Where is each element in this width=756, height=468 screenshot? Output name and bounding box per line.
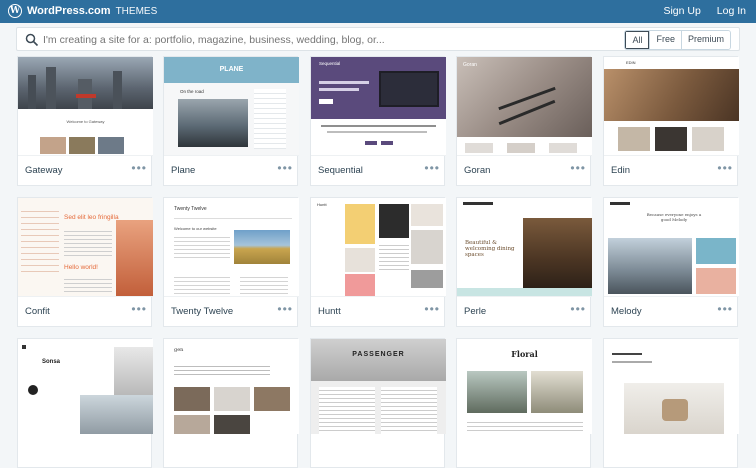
theme-thumbnail[interactable]: Huntt (311, 198, 446, 296)
wordpress-logo-icon: W (8, 4, 22, 18)
theme-thumb-text: EDIN (626, 60, 636, 65)
theme-thumbnail[interactable]: Goran (457, 57, 592, 155)
search-input[interactable] (43, 32, 603, 47)
card-footer: Sequential ••• (311, 155, 446, 187)
theme-name[interactable]: Plane (171, 165, 195, 176)
theme-thumb-subtext: On the road (180, 89, 204, 94)
filter-all[interactable]: All (625, 31, 650, 49)
more-options-icon[interactable]: ••• (277, 161, 293, 175)
theme-card-melody[interactable]: Because everyone enjoys a good Melody Me… (603, 197, 739, 328)
theme-card-edin[interactable]: EDIN Edin ••• (603, 56, 739, 187)
theme-thumbnail[interactable]: Sequential (311, 57, 446, 155)
more-options-icon[interactable]: ••• (131, 302, 147, 316)
theme-card-floral[interactable]: Floral (456, 338, 592, 468)
card-footer: Twenty Twelve ••• (164, 296, 299, 328)
card-footer: Huntt ••• (311, 296, 446, 328)
theme-thumb-text: Huntt (317, 202, 327, 207)
theme-thumbnail[interactable]: EDIN (604, 57, 739, 155)
brand-suffix: THEMES (115, 5, 158, 17)
theme-thumb-text: Beautiful & welcoming dining spaces (465, 240, 515, 258)
more-options-icon[interactable]: ••• (717, 302, 733, 316)
theme-thumb-text: Twenty Twelve (174, 206, 207, 212)
brand[interactable]: W WordPress.com THEMES (8, 4, 157, 18)
more-options-icon[interactable]: ••• (570, 302, 586, 316)
theme-card-perle[interactable]: Beautiful & welcoming dining spaces Perl… (456, 197, 592, 328)
theme-card-sequential[interactable]: Sequential Sequential ••• (310, 56, 446, 187)
theme-thumbnail[interactable] (604, 339, 739, 434)
top-nav: Sign Up Log In (663, 5, 746, 17)
theme-thumbnail[interactable]: Welcome to Gateway (18, 57, 153, 155)
more-options-icon[interactable]: ••• (570, 161, 586, 175)
price-filter: All Free Premium (624, 30, 731, 50)
theme-thumbnail[interactable]: PASSENGER (311, 339, 446, 434)
search-bar: All Free Premium (16, 27, 740, 51)
theme-card-gen[interactable]: gen (163, 338, 299, 468)
theme-name[interactable]: Melody (611, 306, 642, 317)
theme-name[interactable]: Sequential (318, 165, 363, 176)
theme-name[interactable]: Twenty Twelve (171, 306, 233, 317)
theme-card-plane[interactable]: PLANE On the road Plane ••• (163, 56, 299, 187)
theme-name[interactable]: Gateway (25, 165, 63, 176)
card-footer: Gateway ••• (18, 155, 153, 187)
theme-thumb-text: PASSENGER (352, 351, 405, 358)
theme-thumb-text: Goran (463, 62, 477, 68)
theme-thumbnail[interactable]: Sed elit leo fringilla Hello world! (18, 198, 153, 296)
theme-thumbnail[interactable]: Because everyone enjoys a good Melody (604, 198, 739, 296)
theme-card-goran[interactable]: Goran Goran ••• (456, 56, 592, 187)
signup-link[interactable]: Sign Up (663, 5, 700, 17)
theme-thumbnail[interactable]: gen (164, 339, 299, 434)
card-footer: Plane ••• (164, 155, 299, 187)
theme-card-gateway[interactable]: Welcome to Gateway Gateway ••• (17, 56, 153, 187)
card-footer: Edin ••• (604, 155, 739, 187)
theme-thumb-text: Welcome to Gateway (66, 119, 105, 124)
top-bar: W WordPress.com THEMES Sign Up Log In (0, 0, 756, 23)
theme-thumb-text: Sonsa (42, 359, 61, 365)
theme-card-minimal[interactable] (603, 338, 739, 468)
theme-name[interactable]: Perle (464, 306, 486, 317)
theme-thumb-text: Because everyone enjoys a good Melody (646, 212, 702, 222)
theme-card-huntt[interactable]: Huntt Huntt ••• (310, 197, 446, 328)
theme-card-confit[interactable]: Sed elit leo fringilla Hello world! Conf… (17, 197, 153, 328)
theme-thumb-text: Sequential (319, 61, 341, 66)
card-footer: Perle ••• (457, 296, 592, 328)
theme-thumb-text: Sed elit leo fringilla (64, 214, 119, 221)
more-options-icon[interactable]: ••• (277, 302, 293, 316)
brand-name: WordPress.com (27, 5, 111, 17)
more-options-icon[interactable]: ••• (424, 161, 440, 175)
theme-thumb-text: Floral (511, 349, 538, 359)
theme-thumb-subtext: Hello world! (64, 264, 98, 271)
theme-thumbnail[interactable]: Beautiful & welcoming dining spaces (457, 198, 592, 296)
theme-name[interactable]: Confit (25, 306, 50, 317)
theme-thumbnail[interactable]: Floral (457, 339, 592, 434)
theme-name[interactable]: Huntt (318, 306, 341, 317)
theme-thumb-text: gen (174, 347, 184, 353)
theme-card-twenty-twelve[interactable]: Twenty Twelve Welcome to our website Twe… (163, 197, 299, 328)
filter-free[interactable]: Free (649, 31, 681, 49)
card-footer: Confit ••• (18, 296, 153, 328)
theme-thumbnail[interactable]: Sonsa (18, 339, 153, 434)
filter-premium[interactable]: Premium (680, 31, 730, 49)
card-footer: Goran ••• (457, 155, 592, 187)
theme-thumb-subtext: Welcome to our website (174, 226, 217, 231)
theme-card-sonsa[interactable]: Sonsa (17, 338, 153, 468)
more-options-icon[interactable]: ••• (717, 161, 733, 175)
more-options-icon[interactable]: ••• (131, 161, 147, 175)
card-footer: Melody ••• (604, 296, 739, 328)
search-icon (25, 33, 39, 47)
theme-name[interactable]: Edin (611, 165, 630, 176)
login-link[interactable]: Log In (717, 5, 746, 17)
theme-name[interactable]: Goran (464, 165, 490, 176)
theme-thumb-text: PLANE (219, 66, 244, 73)
theme-card-passenger[interactable]: PASSENGER (310, 338, 446, 468)
theme-thumbnail[interactable]: PLANE On the road (164, 57, 299, 155)
theme-thumbnail[interactable]: Twenty Twelve Welcome to our website (164, 198, 299, 296)
more-options-icon[interactable]: ••• (424, 302, 440, 316)
